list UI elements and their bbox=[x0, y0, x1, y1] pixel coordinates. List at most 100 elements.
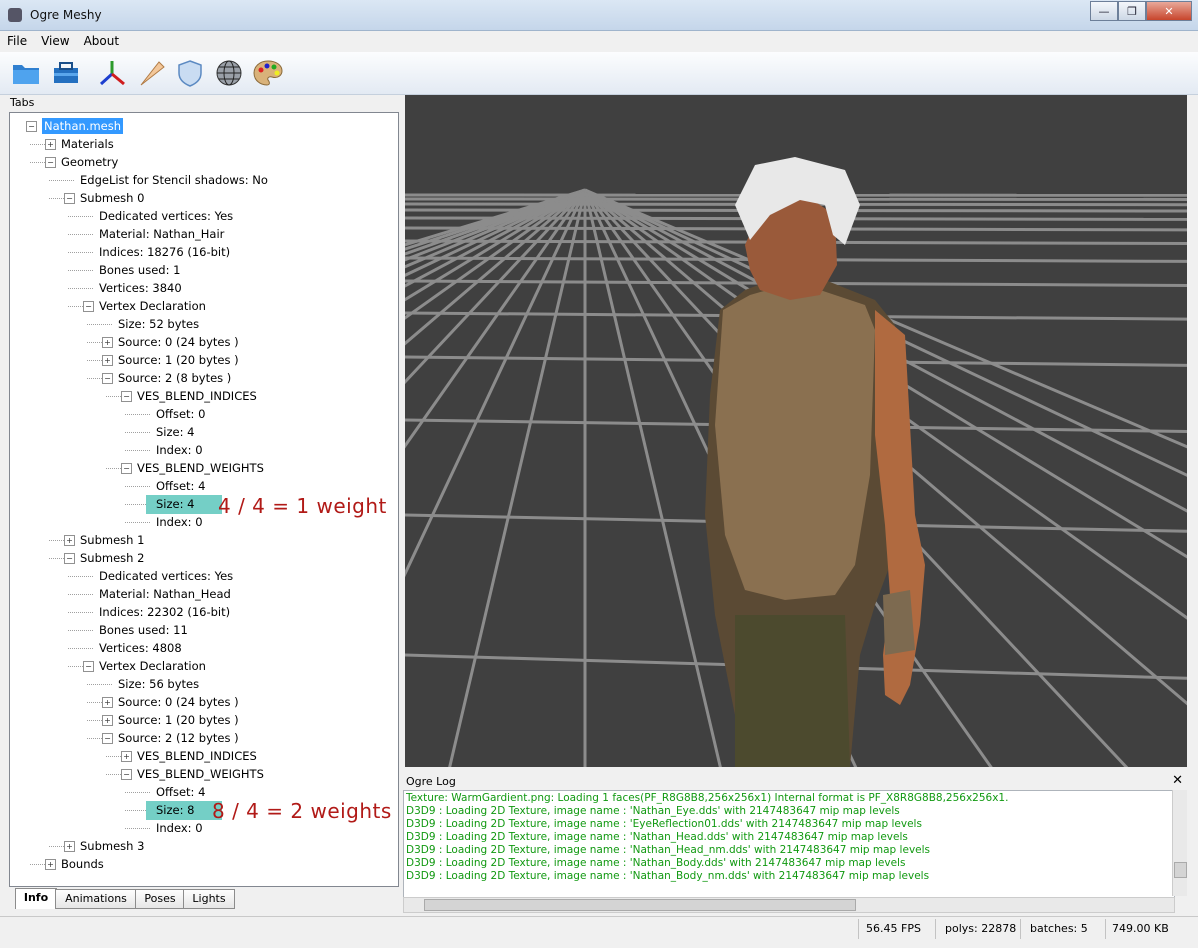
expand-icon[interactable]: + bbox=[64, 535, 75, 546]
tree-item[interactable]: Indices: 18276 (16-bit) bbox=[99, 244, 230, 260]
tree-item[interactable]: Bounds bbox=[61, 856, 104, 872]
tree-item[interactable]: Nathan.mesh bbox=[42, 118, 123, 134]
log-horizontal-scrollbar[interactable] bbox=[403, 897, 1175, 913]
tree-item[interactable]: EdgeList for Stencil shadows: No bbox=[80, 172, 268, 188]
tree-item[interactable]: Source: 2 (12 bytes ) bbox=[118, 730, 239, 746]
tab-animations[interactable]: Animations bbox=[55, 889, 137, 909]
expand-icon[interactable]: + bbox=[102, 337, 113, 348]
tree-item[interactable]: Offset: 4 bbox=[156, 478, 205, 494]
viewport-scene bbox=[405, 95, 1187, 767]
tree-item[interactable]: Offset: 4 bbox=[156, 784, 205, 800]
tree-item[interactable]: Source: 0 (24 bytes ) bbox=[118, 694, 239, 710]
tree-item[interactable]: Source: 1 (20 bytes ) bbox=[118, 712, 239, 728]
tree-item[interactable]: Dedicated vertices: Yes bbox=[99, 568, 233, 584]
menu-view[interactable]: View bbox=[34, 31, 76, 51]
tree-item[interactable]: Size: 4 bbox=[156, 496, 194, 512]
collapse-icon[interactable]: − bbox=[26, 121, 37, 132]
expand-icon[interactable]: + bbox=[64, 841, 75, 852]
tree-connector bbox=[125, 414, 150, 415]
tree-item[interactable]: Size: 4 bbox=[156, 424, 194, 440]
tree-item[interactable]: VES_BLEND_INDICES bbox=[137, 388, 257, 404]
tree-item[interactable]: Index: 0 bbox=[156, 820, 203, 836]
log-text-area[interactable]: Texture: WarmGardient.png: Loading 1 fac… bbox=[403, 790, 1175, 898]
scroll-thumb[interactable] bbox=[424, 899, 856, 911]
minimize-button[interactable]: — bbox=[1090, 1, 1118, 21]
collapse-icon[interactable]: − bbox=[64, 553, 75, 564]
tree-item[interactable]: VES_BLEND_WEIGHTS bbox=[137, 766, 264, 782]
collapse-icon[interactable]: − bbox=[102, 733, 113, 744]
tree-item[interactable]: VES_BLEND_WEIGHTS bbox=[137, 460, 264, 476]
scroll-thumb[interactable] bbox=[1174, 862, 1187, 878]
fps-readout: 56.45 FPS bbox=[866, 922, 921, 935]
collapse-icon[interactable]: − bbox=[102, 373, 113, 384]
annotation-two-weights: 8 / 4 = 2 weights bbox=[212, 799, 392, 823]
tree-item[interactable]: Offset: 0 bbox=[156, 406, 205, 422]
expand-icon[interactable]: + bbox=[102, 715, 113, 726]
window-controls: — ❐ ✕ bbox=[1090, 1, 1192, 21]
tree-item[interactable]: Submesh 3 bbox=[80, 838, 144, 854]
tree-item[interactable]: Index: 0 bbox=[156, 442, 203, 458]
tree-item[interactable]: Materials bbox=[61, 136, 114, 152]
tree-item[interactable]: Bones used: 1 bbox=[99, 262, 180, 278]
tab-info[interactable]: Info bbox=[15, 888, 57, 909]
tree-item[interactable]: Source: 1 (20 bytes ) bbox=[118, 352, 239, 368]
expand-icon[interactable]: + bbox=[45, 139, 56, 150]
axes-button[interactable] bbox=[96, 57, 128, 89]
open-archive-button[interactable] bbox=[50, 57, 82, 89]
tree-item[interactable]: Size: 8 bbox=[156, 802, 194, 818]
tree-item[interactable]: Geometry bbox=[61, 154, 118, 170]
maximize-button[interactable]: ❐ bbox=[1118, 1, 1146, 21]
close-button[interactable]: ✕ bbox=[1146, 1, 1192, 21]
3d-viewport[interactable] bbox=[405, 95, 1187, 767]
log-close-button[interactable]: ✕ bbox=[1172, 773, 1183, 788]
collapse-icon[interactable]: − bbox=[83, 661, 94, 672]
tree-connector bbox=[68, 594, 93, 595]
collapse-icon[interactable]: − bbox=[121, 391, 132, 402]
wireframe-button[interactable] bbox=[213, 57, 245, 89]
tree-item[interactable]: Size: 56 bytes bbox=[118, 676, 199, 692]
tab-lights[interactable]: Lights bbox=[183, 889, 235, 909]
menu-file[interactable]: File bbox=[0, 31, 34, 51]
log-line: D3D9 : Loading 2D Texture, image name : … bbox=[406, 805, 900, 817]
tree-item[interactable]: Material: Nathan_Head bbox=[99, 586, 231, 602]
collapse-icon[interactable]: − bbox=[121, 463, 132, 474]
tree-item[interactable]: Indices: 22302 (16-bit) bbox=[99, 604, 230, 620]
tree-item[interactable]: Submesh 0 bbox=[80, 190, 144, 206]
tree-item[interactable]: Bones used: 11 bbox=[99, 622, 188, 638]
tree-item[interactable]: Material: Nathan_Hair bbox=[99, 226, 224, 242]
bounding-box-button[interactable] bbox=[174, 57, 206, 89]
log-vertical-scrollbar[interactable] bbox=[1172, 790, 1187, 896]
tree-item[interactable]: Source: 2 (8 bytes ) bbox=[118, 370, 231, 386]
tree-item[interactable]: Source: 0 (24 bytes ) bbox=[118, 334, 239, 350]
tabs-label: Tabs bbox=[10, 96, 35, 109]
tree-item[interactable]: Submesh 2 bbox=[80, 550, 144, 566]
window-title: Ogre Meshy bbox=[30, 8, 102, 22]
tree-connector bbox=[68, 288, 93, 289]
tree-item[interactable]: VES_BLEND_INDICES bbox=[137, 748, 257, 764]
tree-item[interactable]: Submesh 1 bbox=[80, 532, 144, 548]
background-color-button[interactable] bbox=[252, 57, 284, 89]
collapse-icon[interactable]: − bbox=[64, 193, 75, 204]
collapse-icon[interactable]: − bbox=[45, 157, 56, 168]
menu-about[interactable]: About bbox=[77, 31, 126, 51]
collapse-icon[interactable]: − bbox=[121, 769, 132, 780]
expand-icon[interactable]: + bbox=[121, 751, 132, 762]
tree-item[interactable]: Dedicated vertices: Yes bbox=[99, 208, 233, 224]
tree-item[interactable]: Size: 52 bytes bbox=[118, 316, 199, 332]
tree-item[interactable]: Vertices: 4808 bbox=[99, 640, 182, 656]
tree-item[interactable]: Vertices: 3840 bbox=[99, 280, 182, 296]
expand-icon[interactable]: + bbox=[45, 859, 56, 870]
tree-item[interactable]: Vertex Declaration bbox=[99, 298, 206, 314]
tree-connector bbox=[125, 828, 150, 829]
expand-icon[interactable]: + bbox=[102, 697, 113, 708]
batches-readout: batches: 5 bbox=[1030, 922, 1088, 935]
tree-item[interactable]: Index: 0 bbox=[156, 514, 203, 530]
expand-icon[interactable]: + bbox=[102, 355, 113, 366]
tab-poses[interactable]: Poses bbox=[135, 889, 185, 909]
open-folder-button[interactable] bbox=[10, 57, 42, 89]
close-icon: ✕ bbox=[1164, 4, 1174, 18]
bones-button[interactable] bbox=[136, 57, 168, 89]
collapse-icon[interactable]: − bbox=[83, 301, 94, 312]
tree-item[interactable]: Vertex Declaration bbox=[99, 658, 206, 674]
tree-connector bbox=[68, 612, 93, 613]
